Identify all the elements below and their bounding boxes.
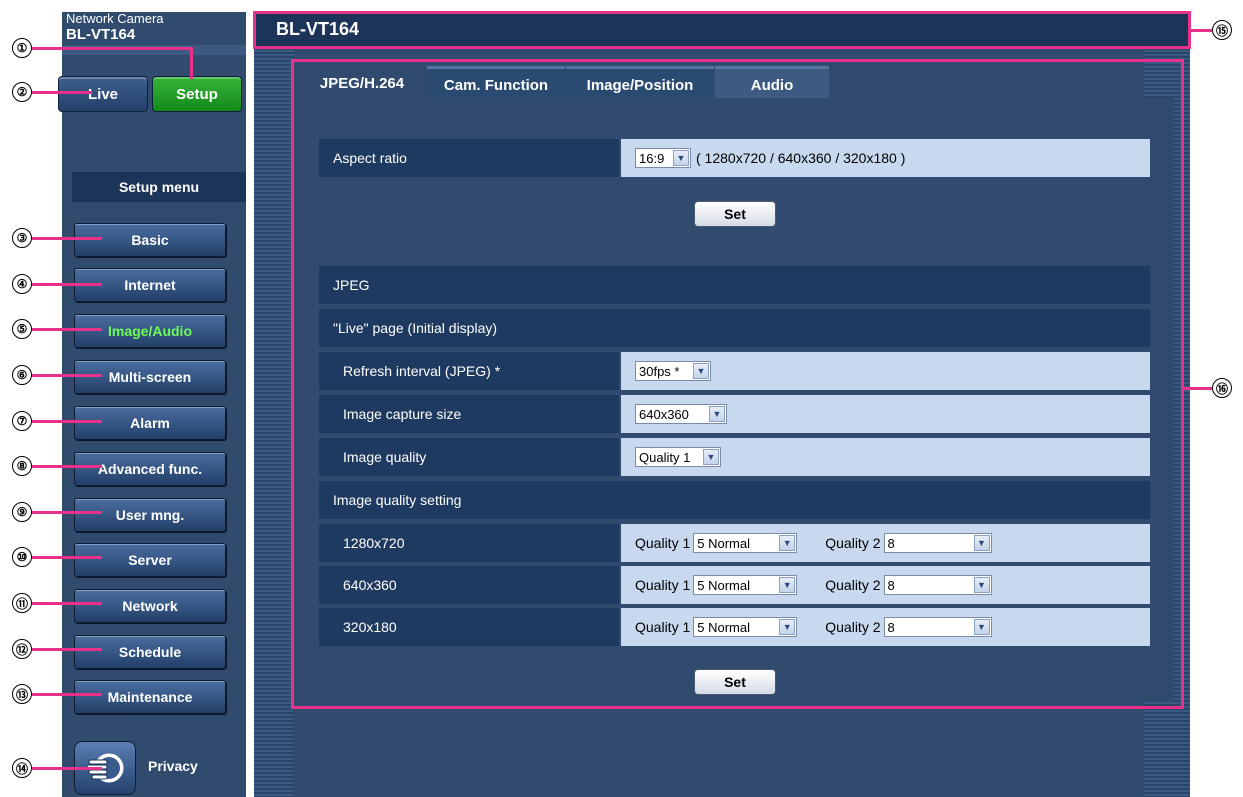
callout-line-14 — [32, 767, 102, 770]
callout-line-15 — [1190, 29, 1212, 32]
callout-line-1 — [32, 47, 192, 50]
setup-button[interactable]: Setup — [152, 76, 242, 112]
privacy-label: Privacy — [148, 758, 198, 774]
callout-12: ⑫ — [12, 639, 32, 659]
menu-user-mng-button[interactable]: User mng. — [74, 498, 226, 532]
callout-4: ④ — [12, 274, 32, 294]
menu-advanced-func-button[interactable]: Advanced func. — [74, 452, 226, 486]
header-highlight-box — [253, 11, 1191, 49]
callout-13: ⑬ — [12, 684, 32, 704]
live-button[interactable]: Live — [58, 76, 148, 112]
callout-15: ⑮ — [1212, 20, 1232, 40]
callout-line-1b — [190, 47, 193, 79]
menu-alarm-button[interactable]: Alarm — [74, 406, 226, 440]
callout-1: ① — [12, 38, 32, 58]
setup-menu-header: Setup menu — [72, 172, 246, 202]
callout-line-13 — [32, 693, 102, 696]
menu-basic-button[interactable]: Basic — [74, 223, 226, 257]
callout-3: ③ — [12, 228, 32, 248]
menu-schedule-button[interactable]: Schedule — [74, 635, 226, 669]
callout-5: ⑤ — [12, 319, 32, 339]
callout-9: ⑨ — [12, 502, 32, 522]
callout-line-16 — [1183, 387, 1212, 390]
callout-line-5 — [32, 328, 102, 331]
content-highlight-box — [291, 59, 1184, 709]
callout-line-4 — [32, 283, 102, 286]
callout-line-3 — [32, 237, 102, 240]
callout-11: ⑪ — [12, 593, 32, 613]
callout-line-11 — [32, 602, 102, 605]
menu-image-audio-button[interactable]: Image/Audio — [74, 314, 226, 348]
menu-maintenance-button[interactable]: Maintenance — [74, 680, 226, 714]
menu-multi-screen-button[interactable]: Multi-screen — [74, 360, 226, 394]
callout-14: ⑭ — [12, 758, 32, 778]
callout-8: ⑧ — [12, 456, 32, 476]
callout-7: ⑦ — [12, 411, 32, 431]
brand-model: BL-VT164 — [66, 26, 136, 43]
callout-6: ⑥ — [12, 365, 32, 385]
callout-line-10 — [32, 556, 102, 559]
callout-line-7 — [32, 420, 102, 423]
callout-16: ⑯ — [1212, 378, 1232, 398]
menu-network-button[interactable]: Network — [74, 589, 226, 623]
callout-line-9 — [32, 511, 102, 514]
callout-line-2 — [32, 91, 92, 94]
callout-line-12 — [32, 648, 102, 651]
callout-2: ② — [12, 82, 32, 102]
callout-line-6 — [32, 374, 102, 377]
callout-10: ⑩ — [12, 547, 32, 567]
menu-server-button[interactable]: Server — [74, 543, 226, 577]
callout-line-8 — [32, 465, 102, 468]
brand-subtitle: Network Camera — [66, 11, 164, 26]
